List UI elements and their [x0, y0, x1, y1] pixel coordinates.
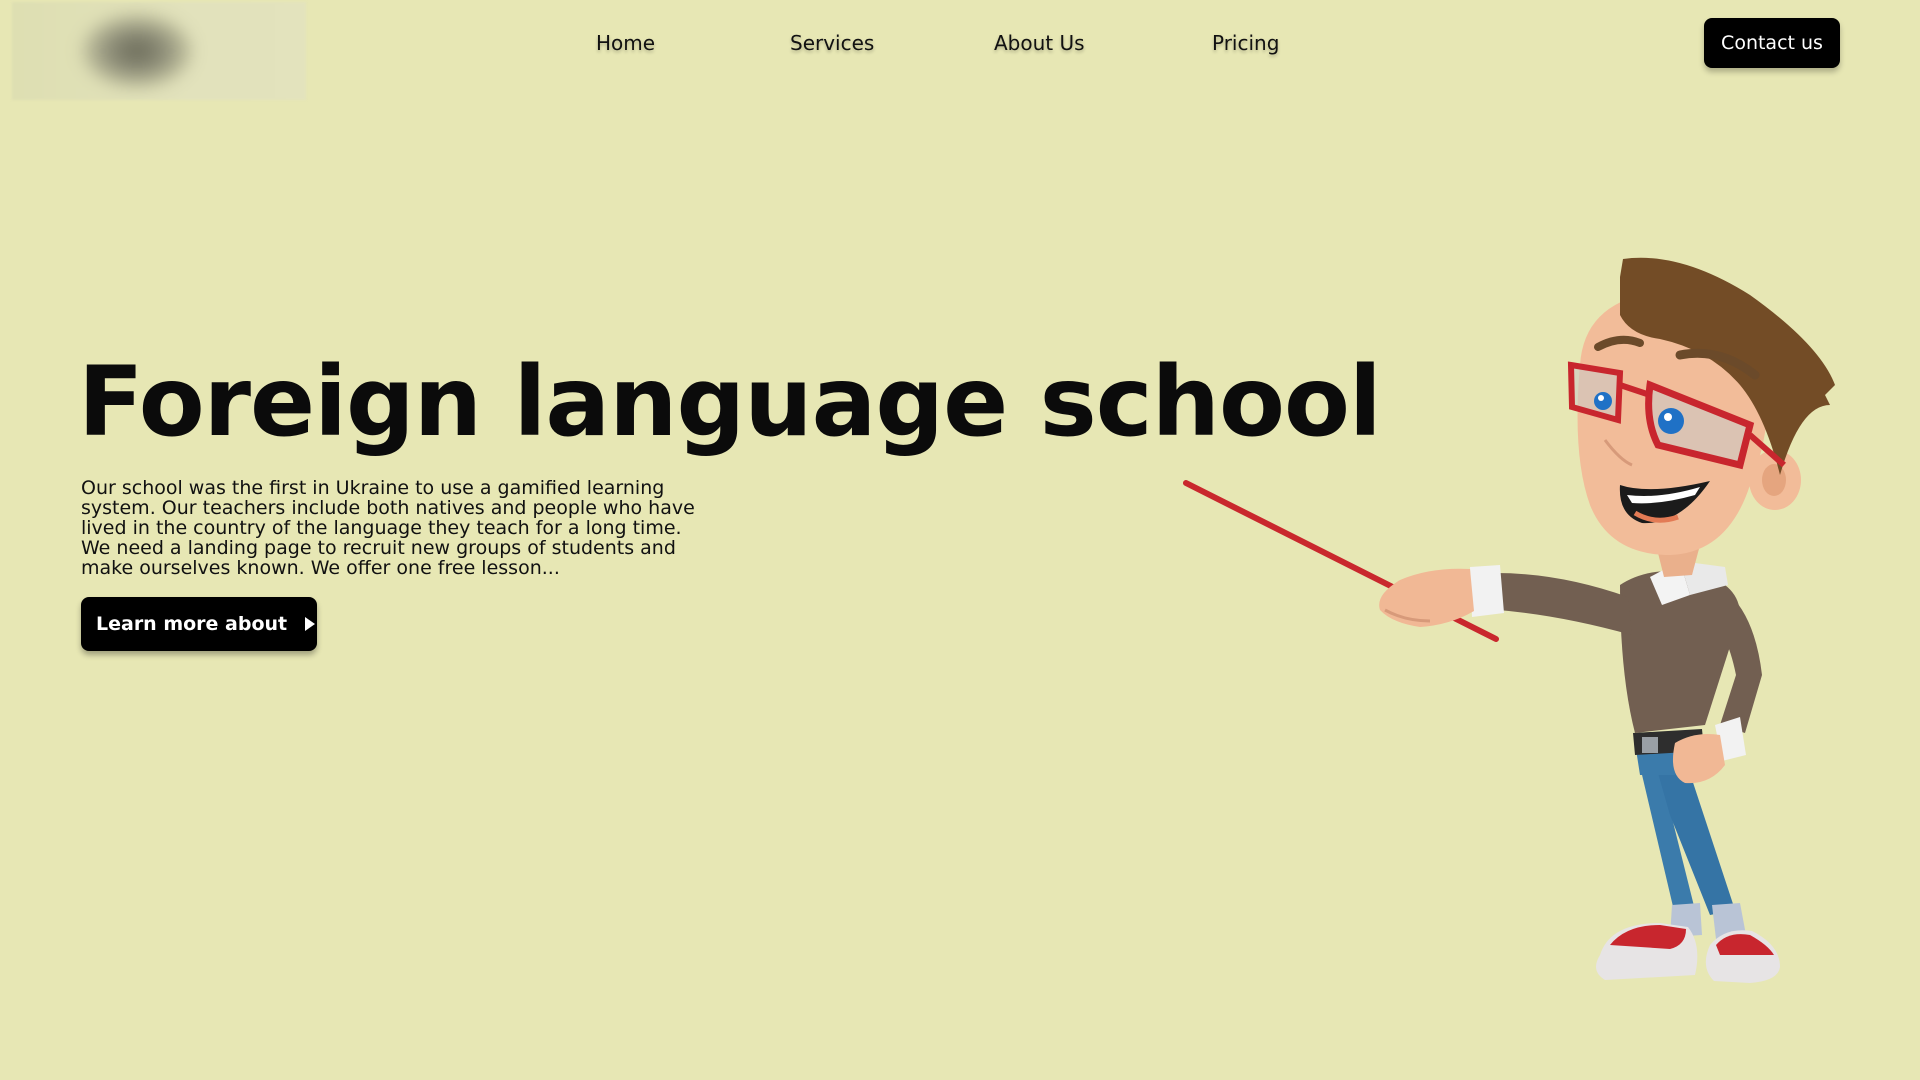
- eye-left: [1594, 392, 1612, 410]
- eye-right: [1658, 408, 1684, 434]
- learn-more-button[interactable]: Learn more about: [81, 597, 317, 651]
- nav-pricing[interactable]: Pricing: [1212, 28, 1279, 58]
- cuff-extended: [1470, 565, 1504, 617]
- shoe-left-red: [1610, 925, 1686, 949]
- play-triangle-icon: [305, 617, 316, 631]
- landing-page: Home Services About Us Pricing Contact u…: [0, 0, 1920, 1080]
- learn-more-label: Learn more about: [96, 613, 288, 635]
- belt-buckle: [1642, 737, 1658, 753]
- nav-home[interactable]: Home: [596, 28, 655, 58]
- eye-right-shine: [1664, 413, 1672, 421]
- eye-left-shine: [1598, 395, 1604, 401]
- hand-on-hip: [1672, 734, 1725, 784]
- arm-extended: [1496, 573, 1632, 635]
- hero-description: Our school was the first in Ukraine to u…: [81, 477, 695, 579]
- ear-inner: [1762, 464, 1786, 496]
- nav-about-us[interactable]: About Us: [994, 28, 1085, 58]
- teacher-illustration: [1183, 257, 1835, 983]
- glasses-lens-left: [1567, 361, 1624, 424]
- contact-us-button[interactable]: Contact us: [1704, 18, 1840, 68]
- nav-services[interactable]: Services: [790, 28, 874, 58]
- main-nav: Home Services About Us Pricing: [0, 28, 1920, 60]
